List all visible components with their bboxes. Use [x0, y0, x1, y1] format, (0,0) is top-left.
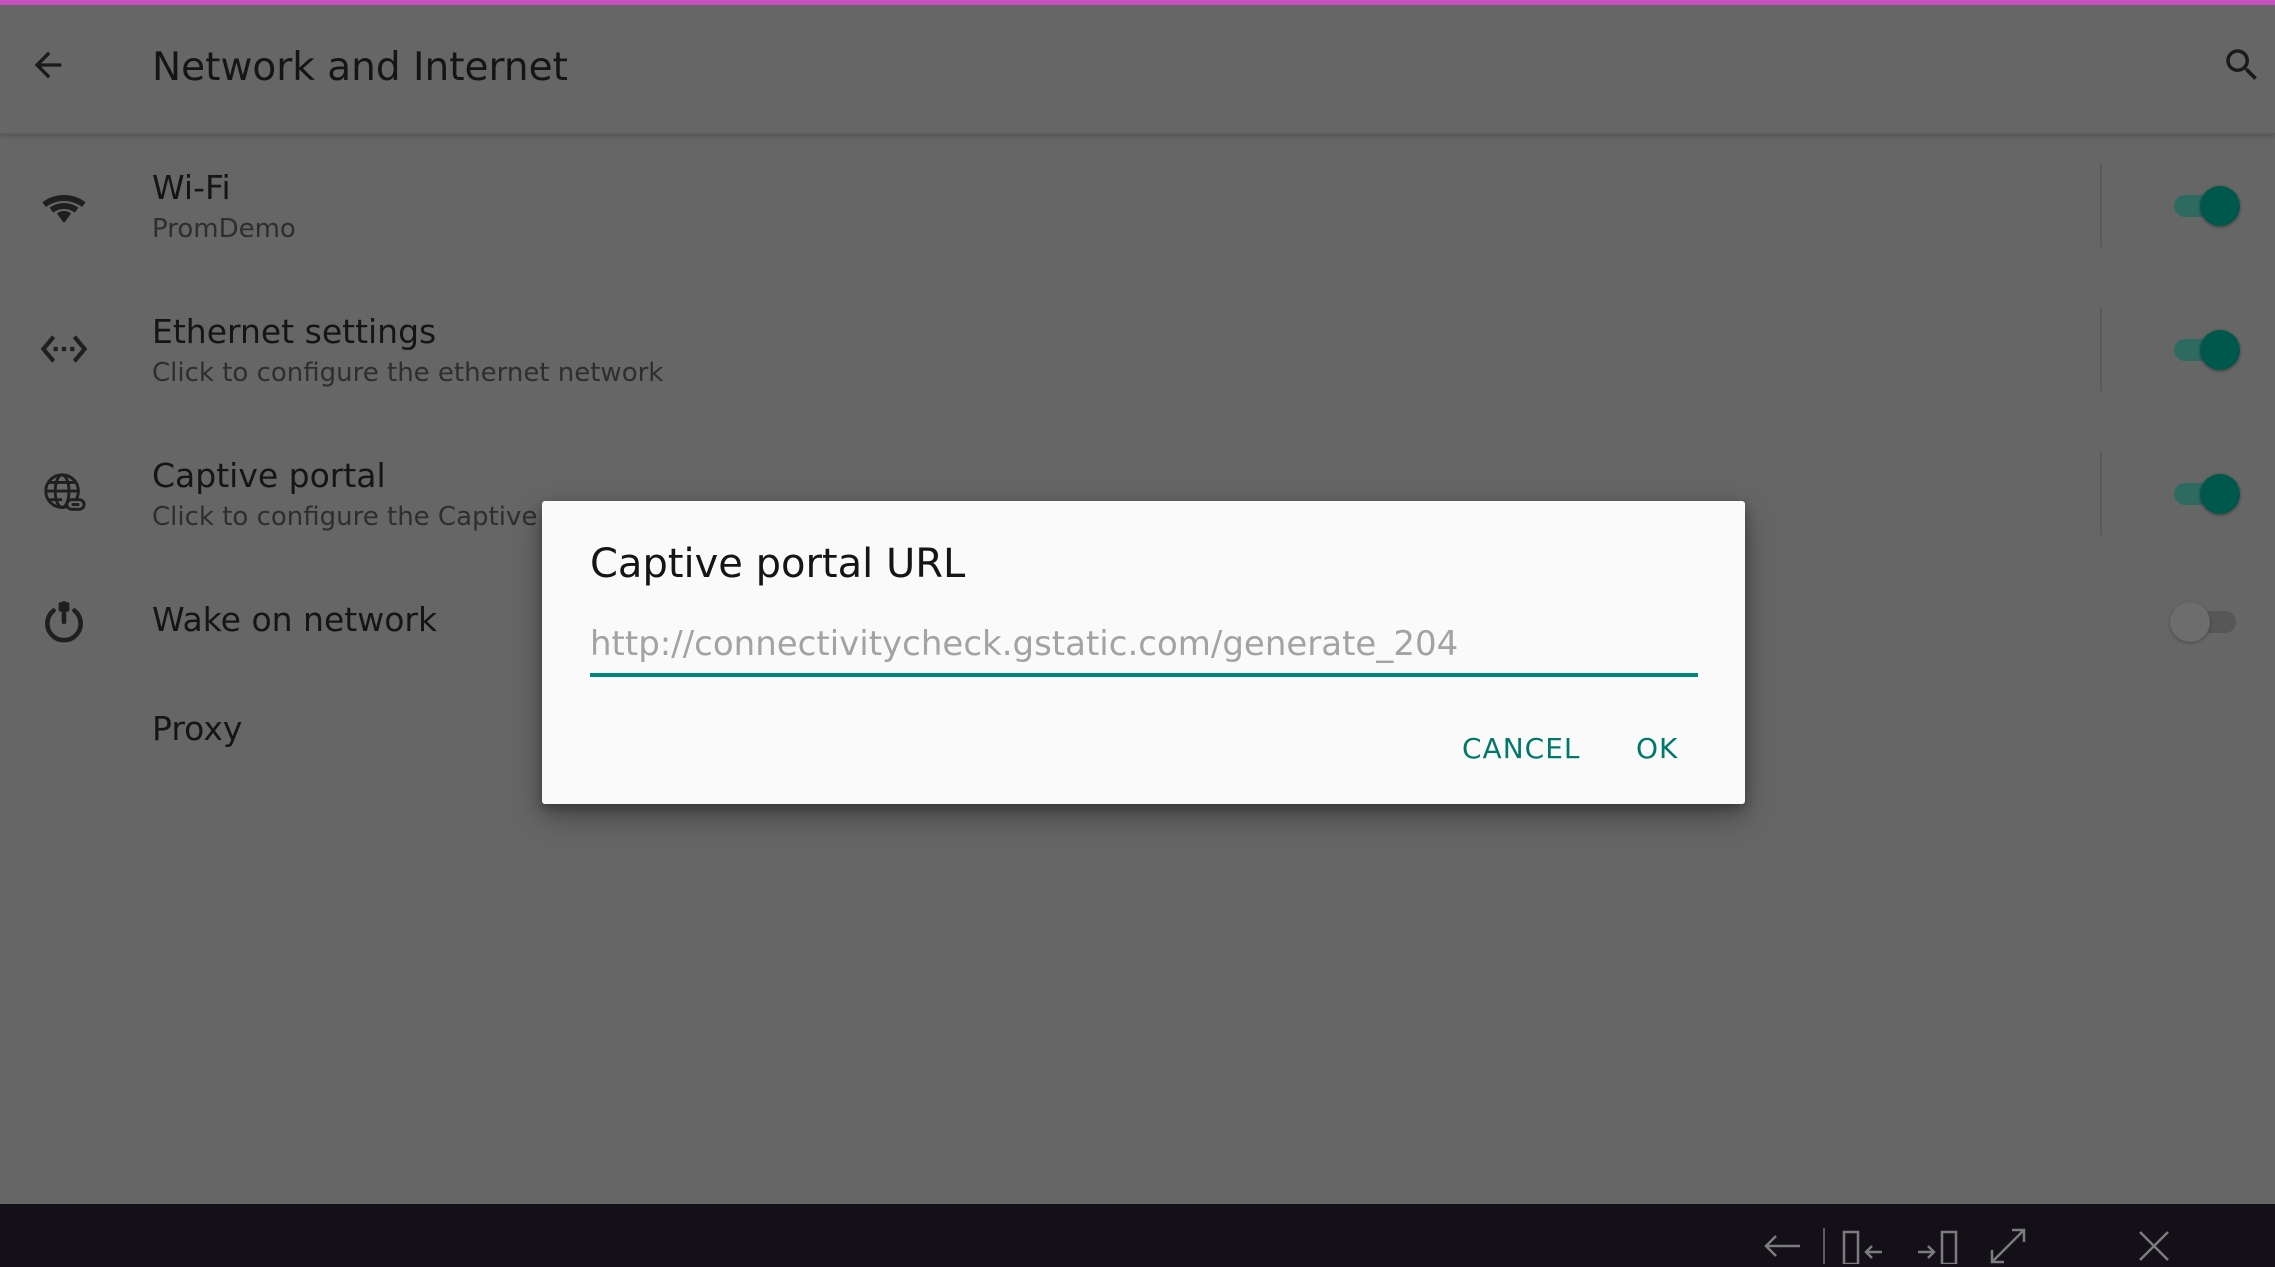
preference-summary: Click to configure the Captive po: [152, 502, 579, 532]
ethernet-preference[interactable]: Ethernet settings Click to configure the…: [0, 277, 2275, 421]
ethernet-icon: [34, 319, 94, 379]
divider: [2100, 307, 2102, 391]
app-bar: Network and Internet: [0, 5, 2275, 135]
search-icon: [2221, 44, 2263, 90]
search-button[interactable]: [2216, 41, 2268, 93]
wifi-preference[interactable]: Wi-Fi PromDemo: [0, 133, 2275, 277]
dock-left-icon[interactable]: [1842, 1228, 1886, 1264]
dock-right-icon[interactable]: [1914, 1228, 1958, 1264]
ethernet-toggle[interactable]: [2170, 325, 2240, 373]
wifi-icon: [34, 175, 94, 235]
switch-thumb: [2200, 186, 2240, 226]
preference-title: Ethernet settings: [152, 312, 437, 351]
switch-thumb: [2170, 602, 2210, 642]
wifi-toggle[interactable]: [2170, 181, 2240, 229]
cancel-button[interactable]: CANCEL: [1462, 723, 1581, 773]
close-icon[interactable]: [2136, 1228, 2172, 1264]
switch-thumb: [2200, 330, 2240, 370]
divider: [2100, 451, 2102, 535]
preference-title: Captive portal: [152, 456, 386, 495]
nav-divider: [1822, 1228, 1826, 1264]
preference-title: Proxy: [152, 709, 243, 748]
wake-on-network-toggle[interactable]: [2170, 597, 2240, 645]
divider: [2100, 163, 2102, 247]
power-icon: [34, 592, 94, 652]
captive-portal-url-input[interactable]: [590, 615, 1698, 677]
preference-title: Wake on network: [152, 600, 438, 639]
dialog-title: Captive portal URL: [590, 541, 966, 587]
globe-link-icon: [34, 463, 94, 523]
page-title: Network and Internet: [152, 45, 568, 90]
preference-title: Wi-Fi: [152, 168, 231, 207]
expand-icon[interactable]: [1988, 1228, 2028, 1264]
switch-thumb: [2200, 474, 2240, 514]
arrow-left-icon[interactable]: [1762, 1228, 1802, 1264]
ok-button[interactable]: OK: [1636, 723, 1678, 773]
arrow-back-icon: [28, 45, 68, 89]
captive-portal-dialog: Captive portal URL CANCEL OK: [542, 501, 1745, 804]
captive-portal-toggle[interactable]: [2170, 469, 2240, 517]
back-button[interactable]: [22, 41, 74, 93]
preference-summary: PromDemo: [152, 214, 296, 244]
preference-summary: Click to configure the ethernet network: [152, 358, 664, 388]
